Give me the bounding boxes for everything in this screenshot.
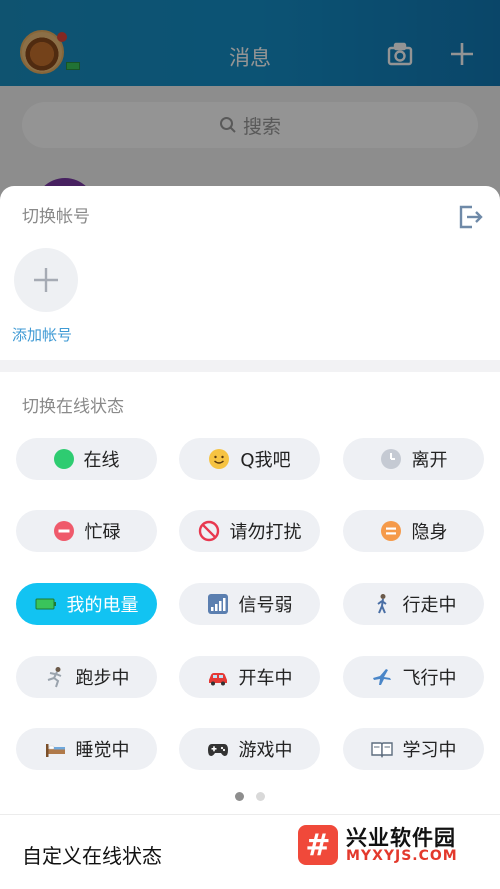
status-battery-button[interactable]: 我的电量 bbox=[16, 583, 157, 625]
invisible-icon bbox=[380, 521, 401, 541]
status-sheet: 切换帐号 添加帐号 切换在线状态 在线 Q我吧 离开 忙碌 请勿打扰 隐身 我的… bbox=[0, 186, 500, 889]
status-label: 我的电量 bbox=[66, 595, 139, 616]
status-q-me-button[interactable]: Q我吧 bbox=[179, 438, 320, 480]
custom-status-button[interactable]: 自定义在线状态 bbox=[22, 840, 162, 869]
page-dot-active[interactable] bbox=[235, 792, 244, 801]
status-weak-signal-button[interactable]: 信号弱 bbox=[179, 583, 320, 625]
status-label: 在线 bbox=[83, 450, 120, 471]
book-icon bbox=[370, 742, 393, 758]
smile-face-icon bbox=[209, 449, 230, 469]
status-label: 信号弱 bbox=[238, 595, 293, 616]
section-divider bbox=[0, 360, 500, 372]
battery-icon bbox=[35, 598, 56, 610]
watermark-subtitle: MYXYJS.COM bbox=[346, 847, 458, 864]
status-flying-button[interactable]: 飞行中 bbox=[343, 656, 484, 698]
status-online-button[interactable]: 在线 bbox=[16, 438, 157, 480]
no-entry-icon bbox=[198, 520, 219, 542]
clock-icon bbox=[380, 449, 401, 469]
running-icon bbox=[47, 667, 61, 688]
status-studying-button[interactable]: 学习中 bbox=[343, 728, 484, 770]
status-label: 开车中 bbox=[238, 668, 293, 689]
status-label: 飞行中 bbox=[402, 668, 457, 689]
status-away-button[interactable]: 离开 bbox=[343, 438, 484, 480]
status-label: 忙碌 bbox=[84, 522, 121, 543]
status-sleeping-button[interactable]: 睡觉中 bbox=[16, 728, 157, 770]
walking-icon bbox=[376, 594, 387, 614]
airplane-icon bbox=[372, 669, 391, 685]
switch-account-label: 切换帐号 bbox=[22, 207, 90, 227]
status-label: 睡觉中 bbox=[75, 740, 130, 761]
watermark: # 兴业软件园 MYXYJS.COM bbox=[298, 814, 494, 876]
status-label: 行走中 bbox=[402, 595, 457, 616]
status-label: 跑步中 bbox=[75, 668, 130, 689]
add-account-label[interactable]: 添加帐号 bbox=[12, 324, 72, 345]
plus-icon bbox=[34, 268, 58, 292]
status-label: 游戏中 bbox=[238, 740, 293, 761]
gamepad-icon bbox=[207, 744, 228, 756]
status-label: 隐身 bbox=[411, 522, 448, 543]
status-invisible-button[interactable]: 隐身 bbox=[343, 510, 484, 552]
status-label: 学习中 bbox=[402, 740, 457, 761]
status-driving-button[interactable]: 开车中 bbox=[179, 656, 320, 698]
car-icon bbox=[208, 673, 227, 686]
signal-bars-icon bbox=[207, 594, 228, 614]
online-dot-icon bbox=[53, 449, 74, 469]
add-account-button[interactable] bbox=[14, 248, 78, 312]
page-indicator bbox=[0, 792, 500, 801]
status-label: Q我吧 bbox=[240, 450, 291, 471]
watermark-logo: # bbox=[298, 825, 338, 865]
logout-icon[interactable] bbox=[456, 203, 484, 231]
status-do-not-disturb-button[interactable]: 请勿打扰 bbox=[179, 510, 320, 552]
busy-minus-icon bbox=[53, 521, 74, 541]
status-label: 离开 bbox=[411, 450, 448, 471]
watermark-title: 兴业软件园 bbox=[346, 825, 456, 850]
page-dot[interactable] bbox=[256, 792, 265, 801]
bed-icon bbox=[45, 744, 65, 757]
status-gaming-button[interactable]: 游戏中 bbox=[179, 728, 320, 770]
switch-status-label: 切换在线状态 bbox=[22, 397, 124, 417]
status-running-button[interactable]: 跑步中 bbox=[16, 656, 157, 698]
status-walking-button[interactable]: 行走中 bbox=[343, 583, 484, 625]
status-label: 请勿打扰 bbox=[229, 522, 302, 543]
status-busy-button[interactable]: 忙碌 bbox=[16, 510, 157, 552]
